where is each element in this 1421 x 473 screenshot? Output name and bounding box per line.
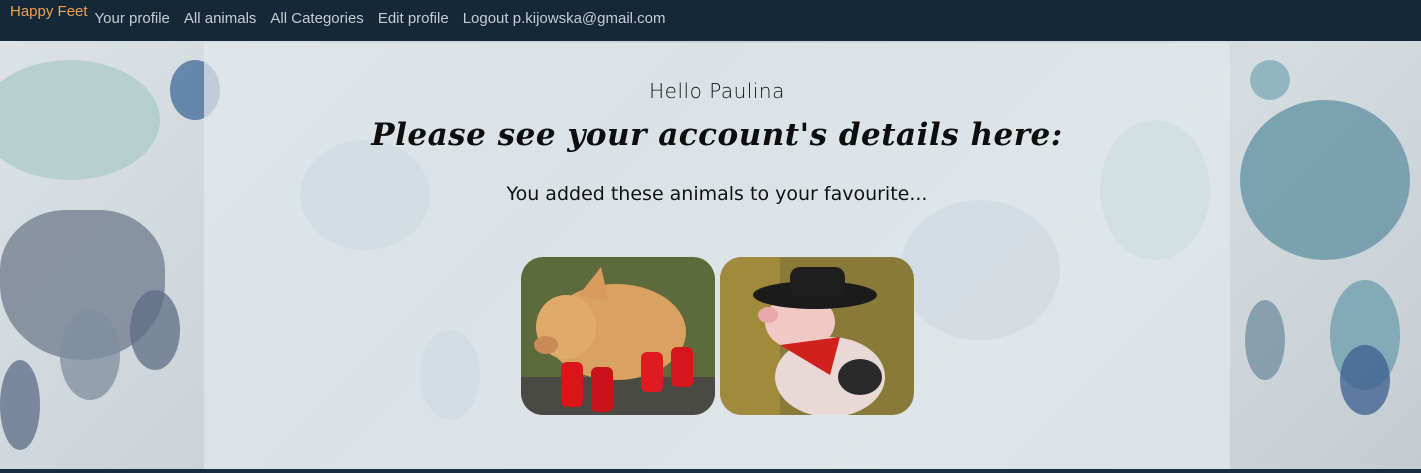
favourites-label: You added these animals to your favourit… — [506, 183, 928, 205]
favourite-animal-card[interactable] — [521, 257, 715, 415]
top-navbar: Happy Feet Your profile All animals All … — [0, 0, 1421, 41]
nav-logout[interactable]: Logout p.kijowska@gmail.com — [463, 10, 666, 27]
profile-panel: Hello Paulina Please see your account's … — [204, 43, 1230, 469]
nav-all-categories[interactable]: All Categories — [270, 10, 363, 27]
nav-all-animals[interactable]: All animals — [184, 10, 257, 27]
footer-bar — [0, 469, 1421, 473]
page-title: Please see your account's details here: — [371, 117, 1063, 153]
favourite-animal-card[interactable] — [720, 257, 914, 415]
brand-link[interactable]: Happy Feet — [10, 3, 88, 20]
nav-your-profile[interactable]: Your profile — [95, 10, 170, 27]
greeting: Hello Paulina — [649, 79, 785, 103]
nav-edit-profile[interactable]: Edit profile — [378, 10, 449, 27]
favourites-list — [521, 257, 914, 415]
pig-in-red-boots-photo-icon — [521, 257, 715, 415]
pig-in-cowboy-hat-photo-icon — [720, 257, 914, 415]
